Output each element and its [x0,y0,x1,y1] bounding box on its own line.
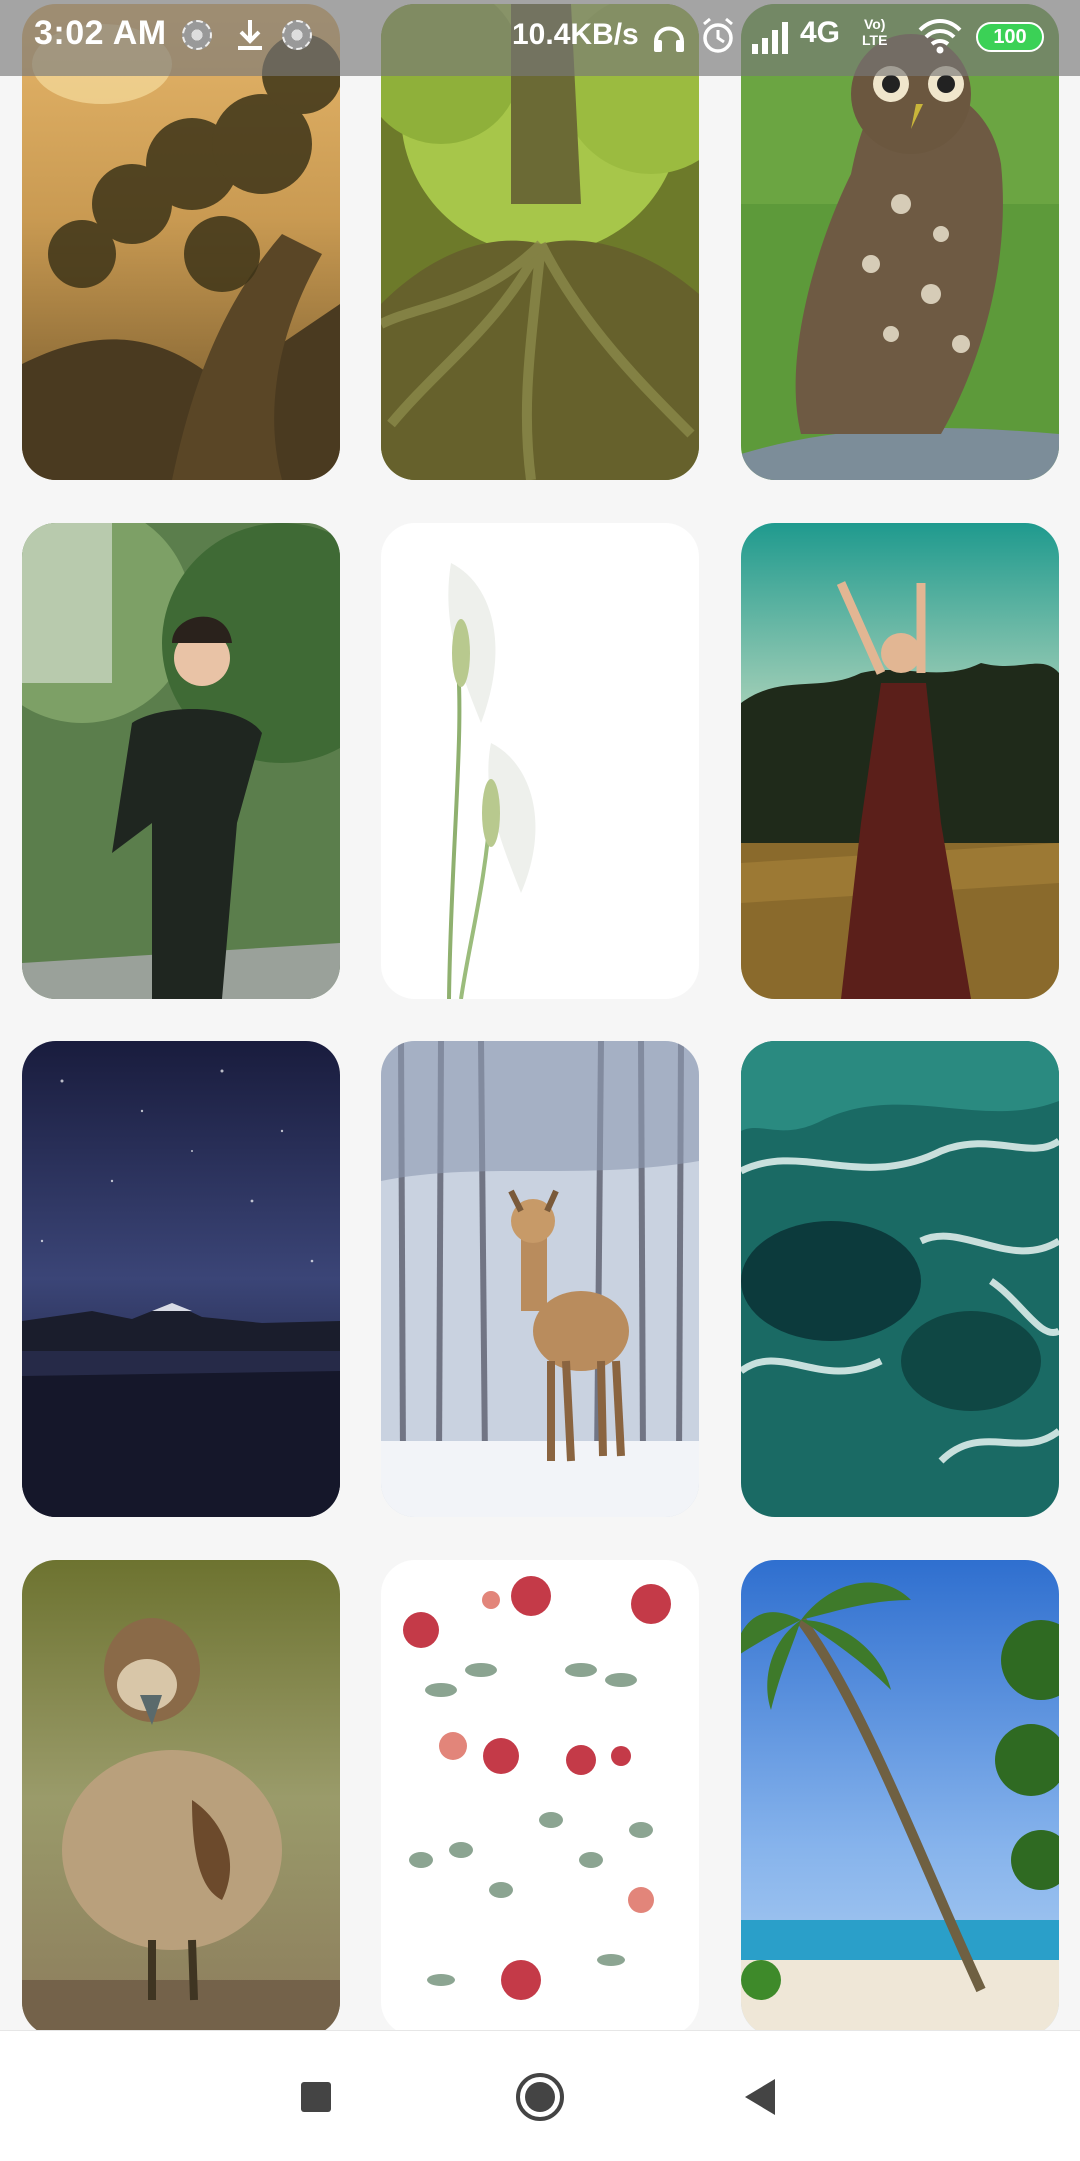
download-icon [238,20,262,50]
signal-icon [752,22,788,54]
wallpaper-tile-deer-snow[interactable] [381,1041,699,1517]
sync-icon [282,20,312,50]
network-type: 4G [800,16,841,49]
wallpaper-tile-gosling[interactable] [22,1560,340,2030]
network-speed: 10.4KB/s [512,18,639,51]
wallpaper-tile-woman-arms-raised[interactable] [741,523,1059,999]
volte-indicator: Vo) LTE [862,16,887,48]
headphones-icon [654,26,684,52]
battery-icon: 100 [976,22,1044,52]
recent-apps-icon [301,2082,331,2112]
wallpaper-tile-white-flower[interactable] [381,523,699,999]
back-button[interactable] [728,2065,792,2129]
wallpaper-tile-night-lake[interactable] [22,1041,340,1517]
back-icon [745,2079,775,2115]
home-icon [516,2073,564,2121]
status-time: 3:02 AM [34,14,167,52]
alarm-icon [703,17,733,53]
wifi-icon [918,19,962,54]
wallpaper-tile-woman-black-dress[interactable] [22,523,340,999]
navigation-bar [0,2030,1080,2161]
volte-line-1: Vo) [863,16,886,32]
volte-line-2: LTE [862,32,888,48]
home-button[interactable] [508,2065,572,2129]
wallpaper-grid [0,0,1080,2030]
wallpaper-tile-ocean-waves[interactable] [741,1041,1059,1517]
wallpaper-tile-palm-beach[interactable] [741,1560,1059,2030]
sync-icon [182,20,212,50]
recent-apps-button[interactable] [284,2065,348,2129]
status-bar: 3:02 AM 10.4KB/s 4G Vo) LTE 100 [0,0,1080,76]
wallpaper-tile-watercolor-flowers[interactable] [381,1560,699,2030]
